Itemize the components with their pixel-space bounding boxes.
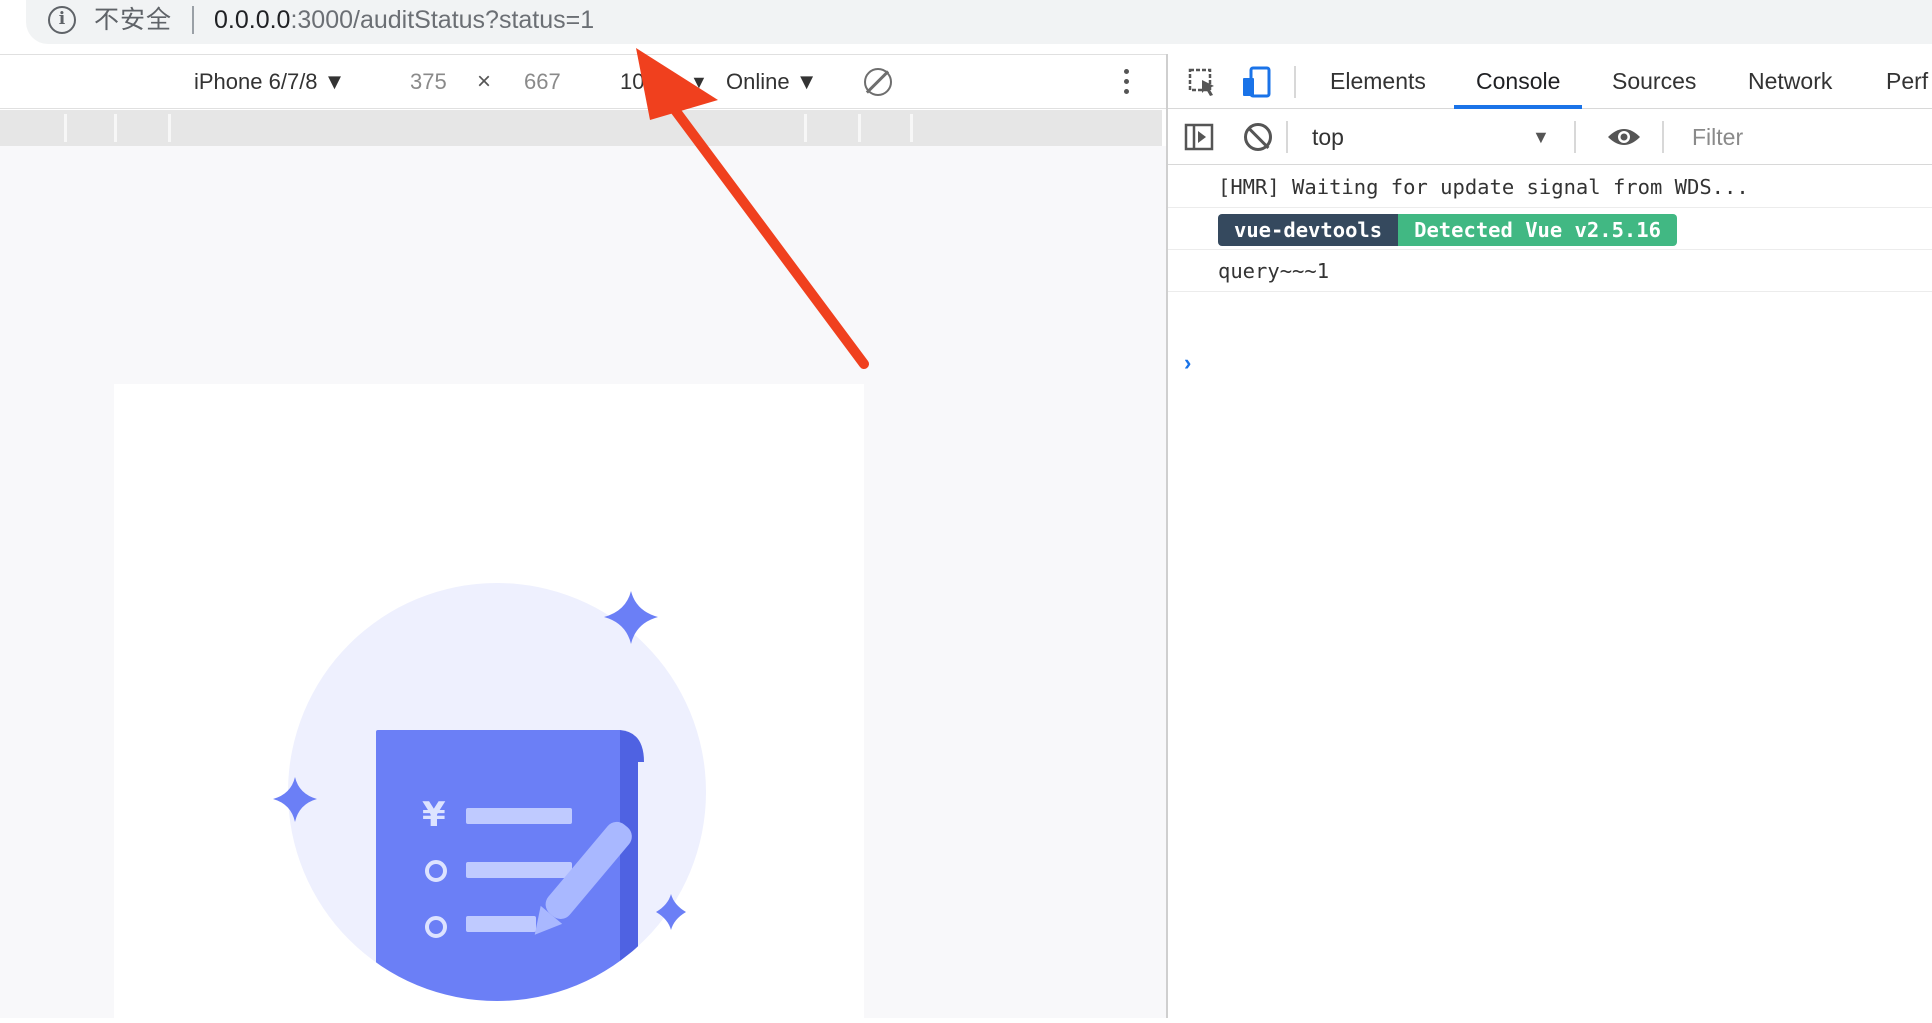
viewport-height-input[interactable]: 667 (524, 67, 561, 97)
device-select[interactable]: iPhone 6/7/8 ▼ (194, 67, 345, 97)
console-message-vue-devtools: vue-devtools Detected Vue v2.5.16 (1168, 208, 1932, 250)
zoom-select[interactable]: 10 (620, 67, 644, 97)
vue-devtools-badge: vue-devtools (1218, 214, 1399, 246)
device-toolbar: iPhone 6/7/8 ▼ 375 × 667 10 ▼ Online ▼ (0, 54, 1166, 109)
security-label[interactable]: 不安全 (94, 2, 172, 38)
toolbar-divider (1574, 121, 1576, 153)
device-toolbar-toggle-icon[interactable] (1240, 66, 1272, 98)
omnibox-divider (192, 6, 194, 34)
console-message-hmr: [HMR] Waiting for update signal from WDS… (1168, 166, 1932, 208)
tab-elements[interactable]: Elements (1330, 54, 1426, 109)
console-prompt-icon[interactable]: › (1184, 350, 1191, 376)
console-filter-input[interactable] (1676, 117, 1932, 157)
chevron-down-icon: ▼ (1532, 127, 1550, 147)
tab-sources[interactable]: Sources (1612, 54, 1696, 109)
currency-icon: ¥ (422, 795, 446, 835)
url-host: 0.0.0.0 (214, 6, 291, 34)
info-icon[interactable]: i (48, 6, 76, 34)
clear-console-icon[interactable] (1244, 123, 1272, 151)
context-select[interactable]: top ▼ (1296, 117, 1560, 157)
toolbar-divider (1662, 121, 1664, 153)
page-content: ¥ (114, 384, 864, 1018)
devtools-tab-bar: Elements Console Sources Network Perf (1168, 54, 1932, 109)
devtools-panel: Elements Console Sources Network Perf to… (1166, 54, 1932, 1018)
url-path: :3000/auditStatus?status=1 (290, 6, 595, 34)
toolbar-divider (1286, 121, 1288, 153)
tab-performance[interactable]: Perf (1886, 54, 1928, 109)
url-text[interactable]: 0.0.0.0:3000/auditStatus?status=1 (214, 2, 594, 38)
console-sidebar-icon[interactable] (1184, 123, 1214, 151)
more-options-icon[interactable] (1124, 69, 1130, 97)
vue-version-badge: Detected Vue v2.5.16 (1398, 214, 1677, 246)
zoom-dropdown-arrow[interactable]: ▼ (690, 67, 708, 97)
tab-divider (1294, 66, 1296, 98)
network-throttle-select[interactable]: Online ▼ (726, 67, 817, 97)
tab-console[interactable]: Console (1454, 54, 1583, 109)
audit-status-illustration: ¥ (273, 583, 706, 1001)
console-message-query: query~~~1 (1168, 250, 1932, 292)
live-expression-eye-icon[interactable] (1606, 125, 1642, 149)
console-messages: [HMR] Waiting for update signal from WDS… (1168, 166, 1932, 375)
address-bar: i 不安全 0.0.0.0:3000/auditStatus?status=1 (0, 0, 1932, 54)
viewport-width-input[interactable]: 375 (410, 67, 447, 97)
context-value: top (1312, 124, 1344, 150)
tab-network[interactable]: Network (1748, 54, 1832, 109)
inspect-element-icon[interactable] (1188, 68, 1218, 98)
media-query-ruler[interactable] (0, 110, 1162, 146)
console-toolbar: top ▼ (1168, 109, 1932, 165)
rotate-icon[interactable] (864, 68, 892, 96)
dimension-separator: × (477, 68, 492, 95)
